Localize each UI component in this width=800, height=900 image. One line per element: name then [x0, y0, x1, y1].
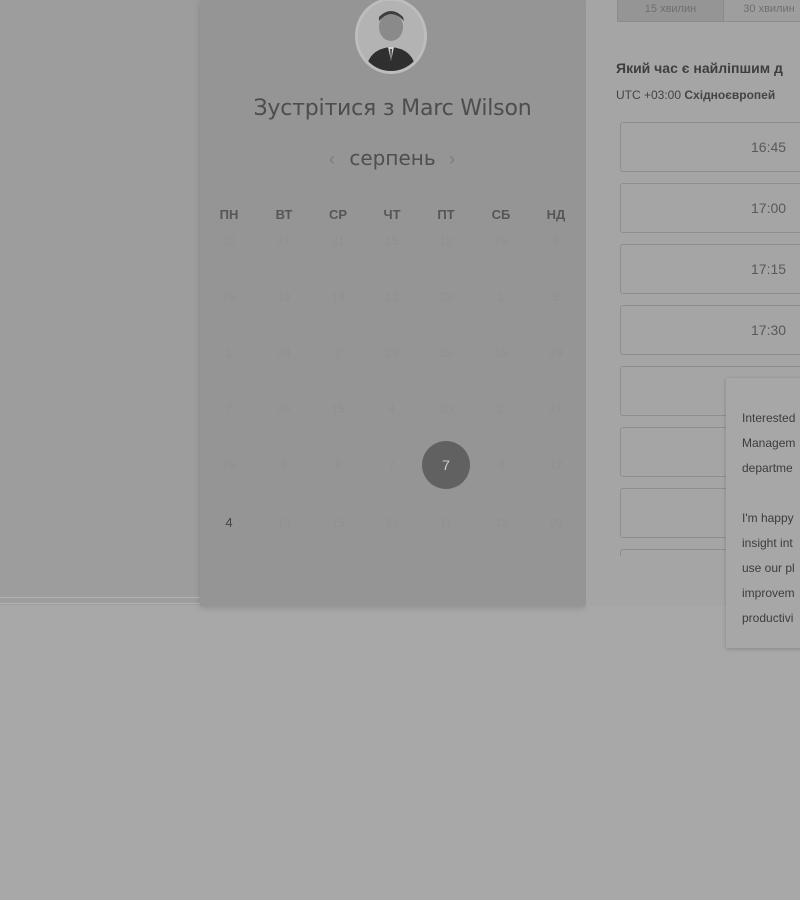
calendar-day: 6	[552, 234, 560, 248]
duration-tabs: 15 хвилин 30 хвилин	[617, 0, 800, 24]
calendar-card: Зустрітися з Marc Wilson ‹ серпень › ПН В…	[200, 0, 585, 606]
calendar-day: 10	[277, 516, 291, 530]
calendar-day: 4	[388, 402, 396, 416]
calendar-day: 11	[439, 516, 453, 530]
calendar-day: 20	[549, 516, 563, 530]
divider	[0, 603, 200, 604]
calendar-day: 15	[331, 402, 345, 416]
calendar-day: 23	[439, 290, 453, 304]
calendar-day: 2	[497, 402, 505, 416]
calendar-day: 7	[388, 458, 396, 472]
calendar-day: 2	[334, 346, 342, 360]
calendar-day: 12	[439, 234, 453, 248]
calendar-day: 1	[225, 346, 233, 360]
timezone-offset: UTC +03:00	[616, 88, 682, 102]
calendar-day: 4	[497, 458, 505, 472]
calendar-day: 20	[439, 402, 453, 416]
divider	[0, 597, 200, 598]
calendar-grid: 12 21 21 15 12 29 6 29 18 14 12 23 1 5 1 24 2 23 25 18 29 7 20…	[200, 0, 585, 606]
tab-15-minutes[interactable]: 15 хвилин	[617, 0, 724, 22]
calendar-day: 18	[494, 346, 508, 360]
calendar-day: 29	[222, 290, 236, 304]
calendar-day: 21	[331, 234, 345, 248]
calendar-day: 1	[497, 290, 505, 304]
available-day[interactable]: 4	[209, 513, 249, 533]
calendar-day: 28	[222, 458, 236, 472]
time-question-heading: Який час є найліпшим д	[616, 60, 783, 76]
tab-30-minutes[interactable]: 30 хвилин	[724, 0, 800, 22]
timezone-name: Східноєвропей	[684, 88, 776, 102]
timezone-label[interactable]: UTC +03:00 Східноєвропей	[616, 88, 775, 102]
calendar-day: 21	[549, 402, 563, 416]
calendar-day: 14	[331, 290, 345, 304]
calendar-day: 12	[494, 516, 508, 530]
calendar-day: 20	[277, 402, 291, 416]
calendar-day: 21	[277, 234, 291, 248]
calendar-day: 12	[222, 234, 236, 248]
calendar-day: 23	[385, 346, 399, 360]
calendar-day: 29	[549, 346, 563, 360]
selected-day[interactable]: 7	[422, 441, 470, 489]
calendar-day: 5	[552, 290, 560, 304]
calendar-day: 8	[334, 458, 342, 472]
calendar-day: 15	[385, 234, 399, 248]
calendar-day: 12	[385, 290, 399, 304]
calendar-day: 24	[277, 346, 291, 360]
time-slot-button[interactable]: 17:15	[620, 244, 800, 294]
calendar-day: 29	[494, 234, 508, 248]
time-slot-button[interactable]: 17:30	[620, 305, 800, 355]
calendar-day: 21	[385, 516, 399, 530]
time-slot-button[interactable]: 17:00	[620, 183, 800, 233]
info-popup-text: Interested Managem departme I'm happy in…	[742, 411, 796, 625]
time-slot-button[interactable]: 16:45	[620, 122, 800, 172]
calendar-day: 25	[439, 346, 453, 360]
calendar-day: 3	[280, 458, 288, 472]
info-popup: Interested Managem departme I'm happy in…	[726, 378, 800, 648]
calendar-day: 12	[549, 458, 563, 472]
calendar-day: 15	[331, 516, 345, 530]
calendar-day: 7	[225, 402, 233, 416]
calendar-day: 18	[277, 290, 291, 304]
